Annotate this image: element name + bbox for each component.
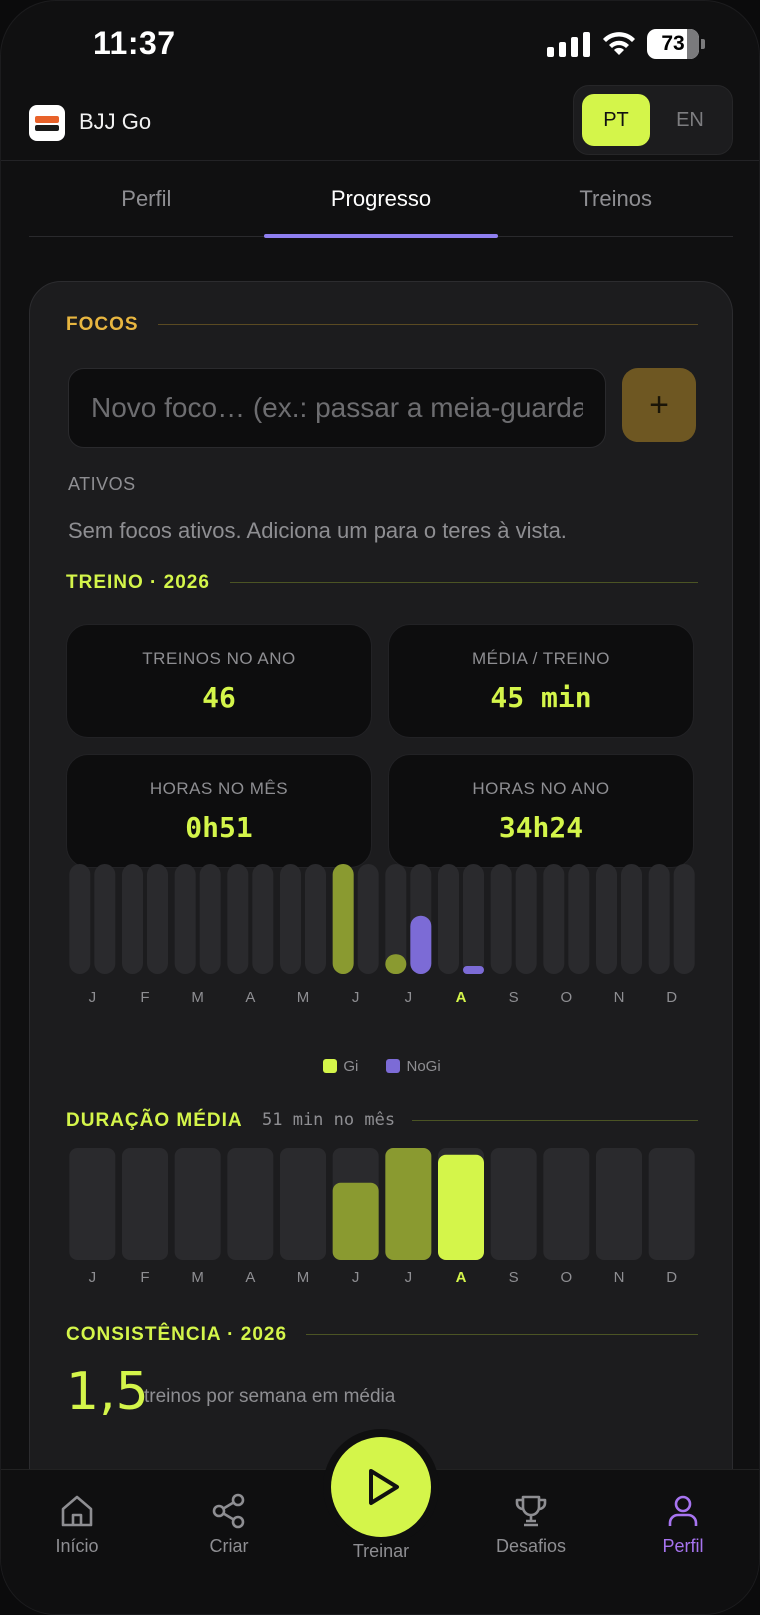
- consistency-subtitle: treinos por semana em média: [144, 1386, 396, 1407]
- nav-perfil-label: Perfil: [662, 1536, 704, 1556]
- duration-track: [69, 1148, 116, 1260]
- train-button-wrap: [323, 1429, 439, 1545]
- duration-tick-label: D: [666, 1269, 677, 1286]
- consistencia-title: CONSISTÊNCIA · 2026: [66, 1324, 288, 1345]
- duration-tick-label: M: [297, 1269, 310, 1286]
- lang-en-button[interactable]: EN: [654, 94, 726, 146]
- tab-perfil[interactable]: Perfil: [29, 161, 264, 236]
- duration-tick-label: F: [140, 1269, 149, 1286]
- play-icon: [369, 1469, 399, 1505]
- duration-track: [648, 1148, 695, 1260]
- duration-track: [490, 1148, 537, 1260]
- duration-track: [174, 1148, 221, 1260]
- consistencia-divider: [306, 1334, 698, 1335]
- app-header: BJJ Go PT EN: [1, 85, 759, 161]
- wifi-icon: [603, 32, 635, 55]
- app-logo: [29, 105, 65, 141]
- duration-tick-label: J: [352, 1269, 360, 1286]
- duration-track: [227, 1148, 274, 1260]
- duration-bar-7: [438, 1154, 484, 1260]
- status-bar: 11:37 73: [1, 1, 759, 89]
- battery-icon: 73: [647, 29, 705, 59]
- app-title: BJJ Go: [79, 109, 152, 134]
- nav-inicio-label: Início: [55, 1536, 99, 1556]
- tab-treinos[interactable]: Treinos: [498, 161, 733, 236]
- trophy-icon: [515, 1495, 547, 1527]
- phone-screen: 11:37 73 BJJ Go PT EN Perfil Progresso T…: [0, 0, 760, 1615]
- battery-level: 73: [661, 32, 685, 55]
- share-icon: [212, 1493, 245, 1529]
- duration-track: [122, 1148, 168, 1260]
- nav-criar-label: Criar: [209, 1536, 249, 1556]
- lang-pt-button[interactable]: PT: [582, 94, 650, 146]
- duration-tick-label: O: [560, 1269, 572, 1286]
- user-icon: [668, 1495, 698, 1526]
- home-icon: [61, 1495, 93, 1527]
- tab-progresso[interactable]: Progresso: [263, 161, 499, 238]
- duration-bar-6: [385, 1148, 432, 1260]
- duration-tick-label: A: [456, 1269, 467, 1286]
- duration-tick-label: S: [509, 1269, 519, 1286]
- nav-criar[interactable]: Criar: [169, 1492, 289, 1557]
- profile-tabs: Perfil Progresso Treinos: [29, 161, 733, 238]
- duration-tick-label: J: [405, 1269, 413, 1286]
- nav-inicio[interactable]: Início: [17, 1492, 137, 1557]
- nav-desafios[interactable]: Desafios: [471, 1492, 591, 1557]
- nav-desafios-label: Desafios: [495, 1536, 567, 1556]
- duration-track: [596, 1148, 642, 1260]
- duration-tick-label: N: [614, 1269, 625, 1286]
- train-label: Treinar: [352, 1541, 410, 1561]
- duration-track: [543, 1148, 590, 1260]
- duration-tick-label: M: [191, 1269, 204, 1286]
- duration-bar-5: [332, 1182, 379, 1260]
- status-time: 11:37: [93, 25, 176, 61]
- language-toggle: PT EN: [573, 85, 733, 155]
- consistency-value: 1,5: [66, 1362, 149, 1422]
- cellular-signal-icon: [547, 31, 590, 57]
- duration-track: [280, 1148, 326, 1260]
- progress-card: FOCOS + ATIVOS Sem focos ativos. Adicion…: [29, 281, 733, 1521]
- nav-perfil[interactable]: Perfil: [623, 1492, 743, 1557]
- duration-tick-label: J: [89, 1269, 97, 1286]
- duration-tick-label: A: [245, 1269, 255, 1286]
- train-play-button[interactable]: [331, 1437, 431, 1537]
